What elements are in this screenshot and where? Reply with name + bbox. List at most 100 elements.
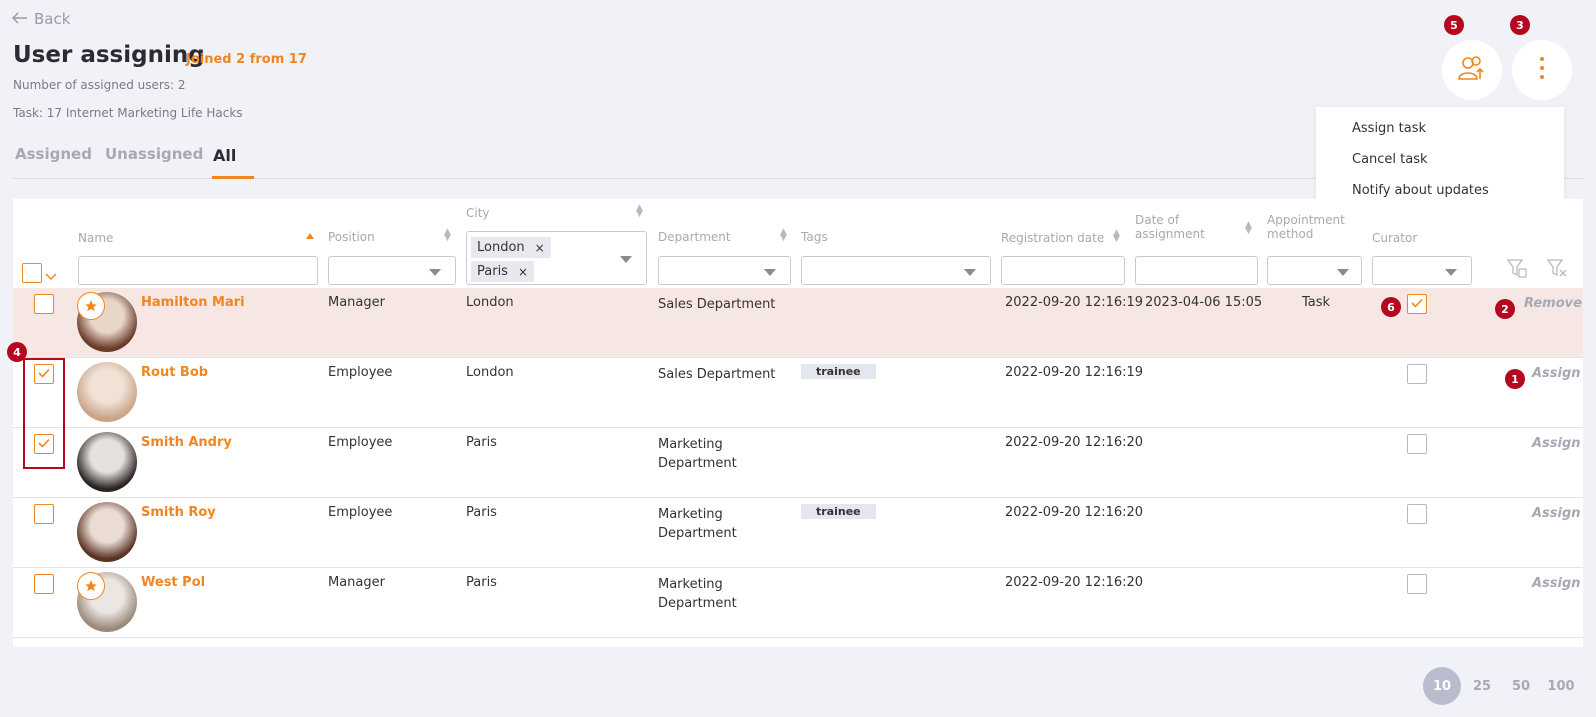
user-name-link[interactable]: Hamilton Mari — [141, 295, 245, 310]
annotation-highlight-box — [23, 358, 65, 469]
remove-chip-icon[interactable]: × — [535, 241, 545, 255]
annotation-badge-6: 6 — [1381, 297, 1401, 317]
registration-date: 2022-09-20 12:16:20 — [1005, 435, 1144, 450]
column-header-department[interactable]: Department — [658, 230, 731, 244]
menu-item-cancel-task[interactable]: Cancel task — [1352, 152, 1428, 167]
department-line: Marketing — [658, 437, 723, 452]
tab-all[interactable]: All — [213, 146, 236, 165]
back-link[interactable]: Back — [11, 10, 71, 28]
tab-unassigned[interactable]: Unassigned — [105, 145, 203, 163]
annotation-badge-1: 1 — [1505, 369, 1525, 389]
row-select-checkbox[interactable] — [34, 574, 54, 594]
arrow-left-icon — [11, 10, 28, 28]
user-city: Paris — [466, 435, 497, 450]
star-icon — [77, 572, 105, 600]
department-line: Marketing — [658, 577, 723, 592]
user-department: Marketing Department — [658, 435, 737, 473]
remove-chip-icon[interactable]: × — [518, 265, 528, 279]
page-size-option[interactable]: 25 — [1463, 667, 1501, 705]
position-filter-select[interactable] — [328, 256, 456, 285]
filter-icon[interactable] — [1506, 257, 1528, 283]
avatar — [77, 432, 137, 492]
column-header-tags: Tags — [801, 230, 828, 244]
caret-down-icon — [764, 269, 776, 276]
table-row: West Pol Manager Paris Marketing Departme… — [13, 568, 1583, 638]
select-all-checkbox[interactable] — [22, 263, 42, 283]
column-header-city[interactable]: City — [466, 206, 490, 220]
user-name-link[interactable]: West Pol — [141, 575, 205, 590]
more-options-button[interactable] — [1512, 40, 1572, 100]
user-position: Manager — [328, 575, 385, 590]
caret-down-icon — [1337, 269, 1349, 276]
registration-date: 2022-09-20 12:16:19 — [1005, 295, 1144, 310]
assign-users-button[interactable] — [1442, 40, 1502, 100]
assign-button[interactable]: Assign — [1532, 436, 1581, 451]
city-chip-london: London × — [471, 237, 551, 258]
tag-badge: trainee — [801, 504, 876, 519]
city-chip-label: Paris — [477, 264, 508, 279]
user-city: Paris — [466, 575, 497, 590]
tab-assigned[interactable]: Assigned — [15, 145, 92, 163]
date-assignment-filter[interactable] — [1135, 256, 1258, 285]
user-position: Manager — [328, 295, 385, 310]
user-city: London — [466, 365, 514, 380]
caret-down-icon — [429, 269, 441, 276]
assign-button[interactable]: Assign — [1532, 366, 1581, 381]
avatar — [77, 502, 137, 562]
user-name-link[interactable]: Rout Bob — [141, 365, 208, 380]
user-position: Employee — [328, 435, 393, 450]
column-header-registration-date[interactable]: Registration date — [1001, 231, 1104, 245]
remove-button[interactable]: Remove — [1524, 296, 1582, 311]
sort-icon[interactable]: ▲ ▼ — [1113, 229, 1120, 244]
user-position: Employee — [328, 505, 393, 520]
user-name-link[interactable]: Smith Andry — [141, 435, 232, 450]
column-header-date-assignment[interactable]: Date of assignment — [1135, 213, 1205, 241]
curator-checkbox[interactable] — [1407, 364, 1427, 384]
name-filter-input[interactable] — [78, 256, 318, 285]
filter-clear-icon[interactable] — [1546, 257, 1568, 283]
sort-icon[interactable]: ▲ ▼ — [636, 204, 643, 219]
menu-item-assign-task[interactable]: Assign task — [1352, 121, 1426, 136]
header-line: assignment — [1135, 227, 1205, 241]
page-size-option[interactable]: 10 — [1423, 667, 1461, 705]
annotation-badge-2: 2 — [1495, 299, 1515, 319]
column-header-name[interactable]: Name — [78, 231, 113, 245]
sort-asc-icon[interactable] — [306, 233, 314, 239]
registration-date-filter[interactable] — [1001, 256, 1125, 285]
assign-button[interactable]: Assign — [1532, 506, 1581, 521]
sort-icon[interactable]: ▲ ▼ — [1245, 221, 1252, 236]
column-header-position[interactable]: Position — [328, 230, 375, 244]
curator-checkbox[interactable] — [1407, 434, 1427, 454]
department-line: Sales Department — [658, 367, 776, 382]
department-filter-select[interactable] — [658, 256, 791, 285]
department-line: Marketing — [658, 507, 723, 522]
tags-filter-select[interactable] — [801, 256, 991, 285]
table-row: Smith Roy Employee Paris Marketing Depart… — [13, 498, 1583, 568]
column-header-curator: Curator — [1372, 231, 1418, 245]
appointment-method-filter[interactable] — [1267, 256, 1362, 285]
row-select-checkbox[interactable] — [34, 294, 54, 314]
caret-down-icon — [964, 269, 976, 276]
page-size-option[interactable]: 50 — [1502, 667, 1540, 705]
back-label: Back — [34, 10, 71, 28]
department-line: Department — [658, 596, 737, 611]
row-select-checkbox[interactable] — [34, 504, 54, 524]
curator-filter-select[interactable] — [1372, 256, 1472, 285]
user-city: London — [466, 295, 514, 310]
assign-button[interactable]: Assign — [1532, 576, 1581, 591]
appointment-method: Task — [1302, 295, 1331, 310]
sort-icon[interactable]: ▲ ▼ — [444, 228, 451, 243]
curator-checkbox[interactable] — [1407, 294, 1427, 314]
star-icon — [77, 292, 105, 320]
page-size-option[interactable]: 100 — [1542, 667, 1580, 705]
user-department: Marketing Department — [658, 505, 737, 543]
menu-item-notify-updates[interactable]: Notify about updates — [1352, 183, 1489, 198]
task-name: Task: 17 Internet Marketing Life Hacks — [13, 106, 243, 120]
curator-checkbox[interactable] — [1407, 574, 1427, 594]
department-line: Department — [658, 526, 737, 541]
user-name-link[interactable]: Smith Roy — [141, 505, 216, 520]
sort-icon[interactable]: ▲ ▼ — [780, 228, 787, 243]
joined-count: Joined 2 from 17 — [186, 52, 307, 67]
chevron-down-icon[interactable] — [45, 266, 57, 285]
curator-checkbox[interactable] — [1407, 504, 1427, 524]
